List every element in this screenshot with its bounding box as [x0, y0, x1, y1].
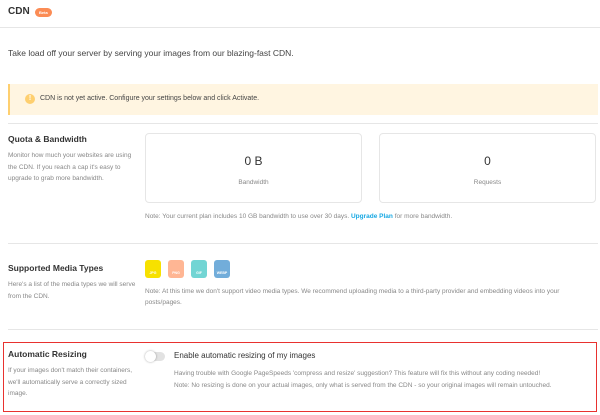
upgrade-plan-link[interactable]: Upgrade Plan — [351, 213, 393, 220]
resizing-note-2: Note: No resizing is done on your actual… — [174, 381, 552, 389]
media-type-png-icon: PNG — [168, 260, 184, 278]
media-note: Note: At this time we don't support vide… — [145, 288, 560, 306]
intro-text: Take load off your server by serving you… — [8, 48, 294, 58]
toggle-knob — [145, 351, 156, 362]
requests-value: 0 — [484, 154, 491, 168]
media-type-gif-icon: GIF — [191, 260, 207, 278]
media-section-description: Here's a list of the media types we will… — [8, 281, 136, 300]
cdn-inactive-notice: ! CDN is not yet active. Configure your … — [8, 84, 598, 115]
media-type-webp-icon: WEBP — [214, 260, 230, 278]
bandwidth-label: Bandwidth — [238, 179, 269, 186]
warning-icon: ! — [25, 94, 35, 104]
plan-note: Note: Your current plan includes 10 GB b… — [145, 213, 452, 220]
quota-section-title: Quota & Bandwidth — [8, 134, 87, 144]
requests-label: Requests — [473, 179, 502, 186]
plan-note-suffix: for more bandwidth. — [394, 213, 453, 220]
media-type-jpg-icon: JPG — [145, 260, 161, 278]
notice-text: CDN is not yet active. Configure your se… — [40, 95, 260, 102]
requests-stat: 0 Requests — [379, 133, 596, 203]
media-section-title: Supported Media Types — [8, 263, 104, 273]
page-header: CDN Beta — [0, 0, 600, 28]
auto-resize-toggle-label: Enable automatic resizing of my images — [174, 351, 316, 360]
resizing-notes: Having trouble with Google PageSpeeds 'c… — [174, 368, 594, 391]
divider — [8, 243, 598, 244]
resizing-section-title: Automatic Resizing — [8, 349, 87, 359]
resizing-note-1: Having trouble with Google PageSpeeds 'c… — [174, 370, 541, 377]
divider — [8, 329, 598, 330]
auto-resize-toggle[interactable] — [145, 351, 165, 362]
beta-badge: Beta — [35, 8, 52, 17]
resizing-section-description: If your images don't match their contain… — [8, 367, 133, 397]
page-title: CDN — [8, 6, 30, 17]
bandwidth-value: 0 B — [244, 154, 263, 168]
bandwidth-stat: 0 B Bandwidth — [145, 133, 362, 203]
divider — [8, 123, 598, 124]
plan-note-prefix: Note: Your current plan includes 10 GB b… — [145, 213, 350, 220]
quota-section-description: Monitor how much your websites are using… — [8, 152, 132, 182]
